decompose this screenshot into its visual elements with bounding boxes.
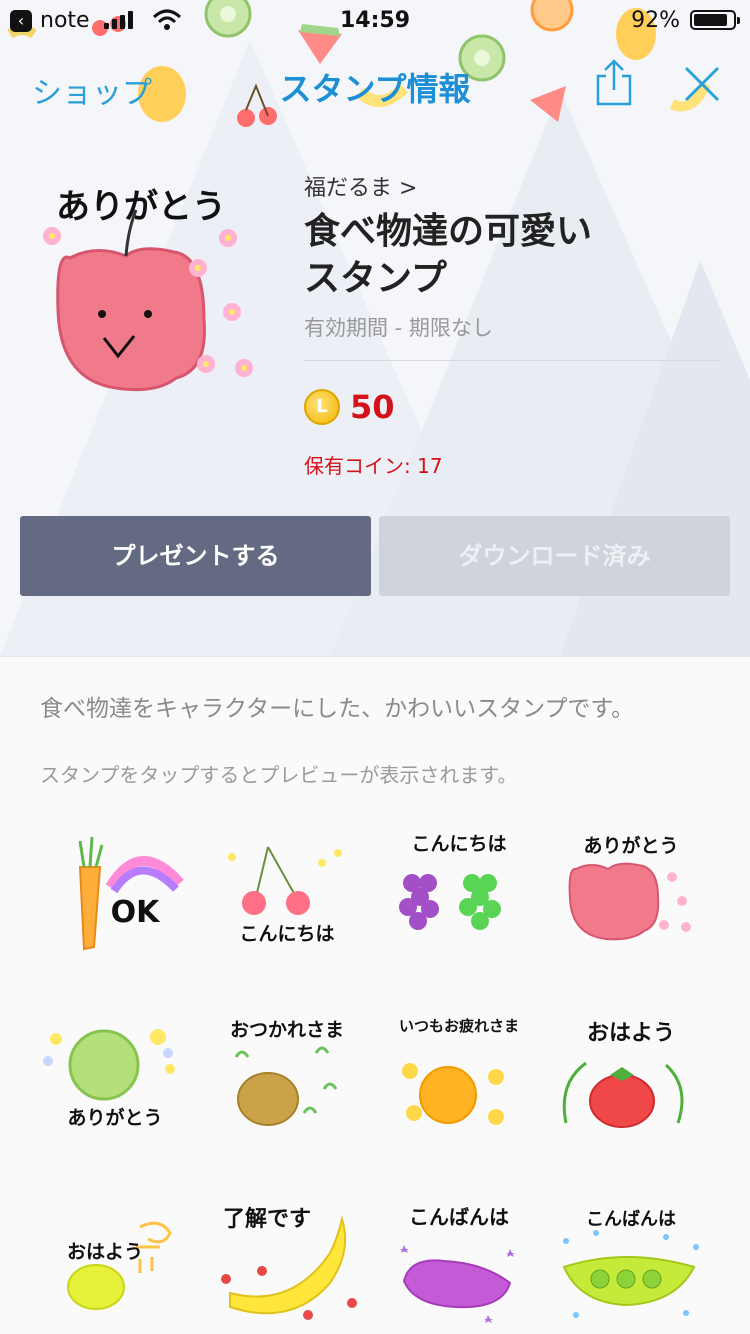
sticker-caption: おはよう — [586, 1021, 675, 1046]
download-button[interactable]: ダウンロード済み — [379, 516, 730, 596]
sticker-12[interactable]: こんばんは — [556, 1197, 706, 1327]
package-name-line1: 食べ物達の可愛い — [304, 211, 593, 252]
gift-button[interactable]: プレゼントする — [20, 516, 371, 596]
sticker-caption: いつもお疲れさま — [398, 1017, 519, 1035]
sticker-11[interactable]: こんばんは — [384, 1197, 534, 1327]
sticker-caption: こんにちは — [239, 923, 335, 945]
sticker-8[interactable]: おはよう — [556, 1013, 706, 1143]
sticker-caption: おつかれさま — [229, 1019, 344, 1041]
sticker-caption: こんばんは — [409, 1205, 509, 1229]
sticker-2[interactable]: こんにちは — [212, 827, 362, 957]
divider — [304, 360, 720, 361]
share-icon[interactable] — [594, 58, 634, 108]
sticker-caption: こんばんは — [586, 1209, 676, 1230]
preview-hint: スタンプをタップするとプレビューが表示されます。 — [40, 763, 518, 787]
price: 50 — [350, 388, 395, 426]
status-bar: ‹ note 14:59 92% — [0, 0, 750, 40]
validity-period: 有効期間 - 期限なし — [304, 316, 493, 340]
detail-section: 食べ物達をキャラクターにした、かわいいスタンプです。 スタンプをタップするとプレ… — [0, 656, 750, 1334]
sticker-caption: こんにちは — [411, 833, 507, 855]
sticker-caption: おはよう — [66, 1241, 143, 1263]
main-sticker-caption: ありがとう — [56, 187, 226, 227]
sticker-3[interactable]: こんにちは — [384, 827, 534, 957]
sticker-9[interactable]: おはよう — [40, 1197, 190, 1327]
main-sticker-image: ありがとう — [36, 170, 266, 400]
coin-icon: L — [304, 389, 340, 425]
sticker-caption: OK — [110, 895, 160, 930]
author-link[interactable]: 福だるま > — [304, 170, 417, 202]
sticker-caption: 了解です — [222, 1207, 311, 1232]
description: 食べ物達をキャラクターにした、かわいいスタンプです。 — [40, 696, 635, 722]
sticker-10[interactable]: 了解です — [212, 1197, 362, 1327]
package-name: 食べ物達の可愛い スタンプ — [304, 208, 724, 302]
package-name-line2: スタンプ — [304, 258, 447, 299]
close-icon[interactable] — [682, 64, 722, 104]
navigation-bar: ショップ スタンプ情報 — [0, 50, 750, 120]
sticker-7[interactable]: いつもお疲れさま — [384, 1013, 534, 1143]
carrot-rainbow-icon — [78, 836, 184, 951]
sticker-caption: ありがとう — [583, 835, 679, 857]
sticker-4[interactable]: ありがとう — [556, 827, 706, 957]
battery-icon — [690, 10, 740, 30]
sticker-5[interactable]: ありがとう — [40, 1013, 190, 1143]
page-title: スタンプ情報 — [279, 70, 471, 108]
sticker-caption: ありがとう — [67, 1107, 163, 1129]
battery-percent: 92% — [631, 8, 680, 33]
owned-coins: 保有コイン: 17 — [304, 454, 443, 478]
header-area: ‹ note 14:59 92% ショップ スタンプ情報 ありがとう 福だるま … — [0, 0, 750, 656]
sticker-1[interactable]: OK — [40, 827, 190, 957]
sticker-6[interactable]: おつかれさま — [212, 1013, 362, 1143]
price-row: L 50 — [304, 388, 395, 426]
